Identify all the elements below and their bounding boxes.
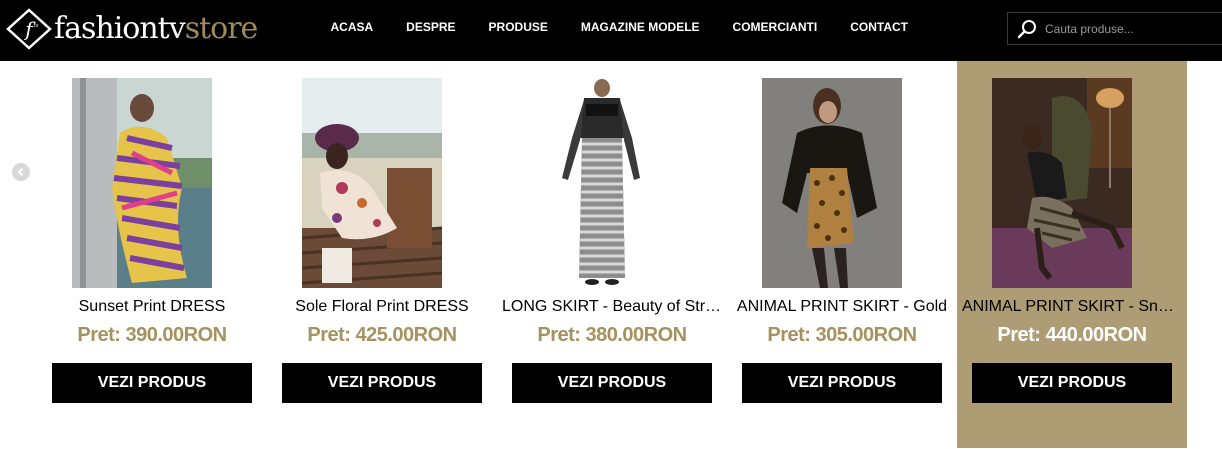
product-card-highlighted: ANIMAL PRINT SKIRT - Snake Pret: 440.00R… bbox=[957, 61, 1187, 448]
product-price: Pret: 440.00RON bbox=[997, 324, 1147, 346]
product-image[interactable] bbox=[302, 78, 442, 288]
carousel-prev-button[interactable] bbox=[12, 163, 30, 181]
product-image[interactable] bbox=[72, 78, 212, 288]
search-box bbox=[1007, 12, 1222, 45]
product-card: LONG SKIRT - Beauty of Stripes Pret: 380… bbox=[497, 61, 727, 448]
nav-item-despre[interactable]: DESPRE bbox=[390, 20, 472, 34]
product-name[interactable]: ANIMAL PRINT SKIRT - Snake bbox=[962, 298, 1182, 316]
nav-item-acasa[interactable]: ACASA bbox=[314, 20, 390, 34]
chevron-left-icon bbox=[17, 167, 24, 177]
site-header: f tv fashiontvstore ACASA DESPRE PRODUSE… bbox=[0, 0, 1222, 61]
product-price: Pret: 305.00RON bbox=[767, 324, 917, 346]
product-card: ANIMAL PRINT SKIRT - Gold Pret: 305.00RO… bbox=[727, 61, 957, 448]
nav-item-produse[interactable]: PRODUSE bbox=[472, 20, 564, 34]
product-price: Pret: 425.00RON bbox=[307, 324, 457, 346]
view-product-button[interactable]: VEZI PRODUS bbox=[742, 363, 942, 403]
logo-text: fashiontvstore bbox=[54, 6, 259, 52]
logo-text-primary: fashiontv bbox=[54, 11, 186, 46]
product-card: Sunset Print DRESS Pret: 390.00RON VEZI … bbox=[37, 61, 267, 448]
logo-text-accent: store bbox=[184, 11, 259, 46]
fashiontv-logo-icon: f tv bbox=[6, 8, 52, 50]
product-image[interactable] bbox=[762, 78, 902, 288]
product-name[interactable]: Sunset Print DRESS bbox=[42, 298, 262, 316]
nav-item-contact[interactable]: CONTACT bbox=[834, 20, 925, 34]
svg-text:f: f bbox=[23, 17, 36, 41]
search-icon[interactable] bbox=[1016, 18, 1038, 40]
product-name[interactable]: LONG SKIRT - Beauty of Stripes bbox=[502, 298, 722, 316]
site-logo[interactable]: f tv fashiontvstore bbox=[6, 6, 259, 52]
view-product-button[interactable]: VEZI PRODUS bbox=[972, 363, 1172, 403]
view-product-button[interactable]: VEZI PRODUS bbox=[52, 363, 252, 403]
product-name[interactable]: Sole Floral Print DRESS bbox=[272, 298, 492, 316]
view-product-button[interactable]: VEZI PRODUS bbox=[512, 363, 712, 403]
view-product-button[interactable]: VEZI PRODUS bbox=[282, 363, 482, 403]
product-name[interactable]: ANIMAL PRINT SKIRT - Gold bbox=[732, 298, 952, 316]
product-card: Sole Floral Print DRESS Pret: 425.00RON … bbox=[267, 61, 497, 448]
product-price: Pret: 380.00RON bbox=[537, 324, 687, 346]
svg-text:tv: tv bbox=[34, 23, 39, 29]
nav-item-magazine-modele[interactable]: MAGAZINE MODELE bbox=[564, 20, 716, 34]
product-price: Pret: 390.00RON bbox=[77, 324, 227, 346]
main-nav: ACASA DESPRE PRODUSE MAGAZINE MODELE COM… bbox=[314, 0, 925, 54]
product-image[interactable] bbox=[532, 78, 672, 288]
product-image[interactable] bbox=[992, 78, 1132, 288]
search-input[interactable] bbox=[1045, 21, 1215, 36]
nav-item-comercianti[interactable]: COMERCIANTI bbox=[716, 20, 834, 34]
